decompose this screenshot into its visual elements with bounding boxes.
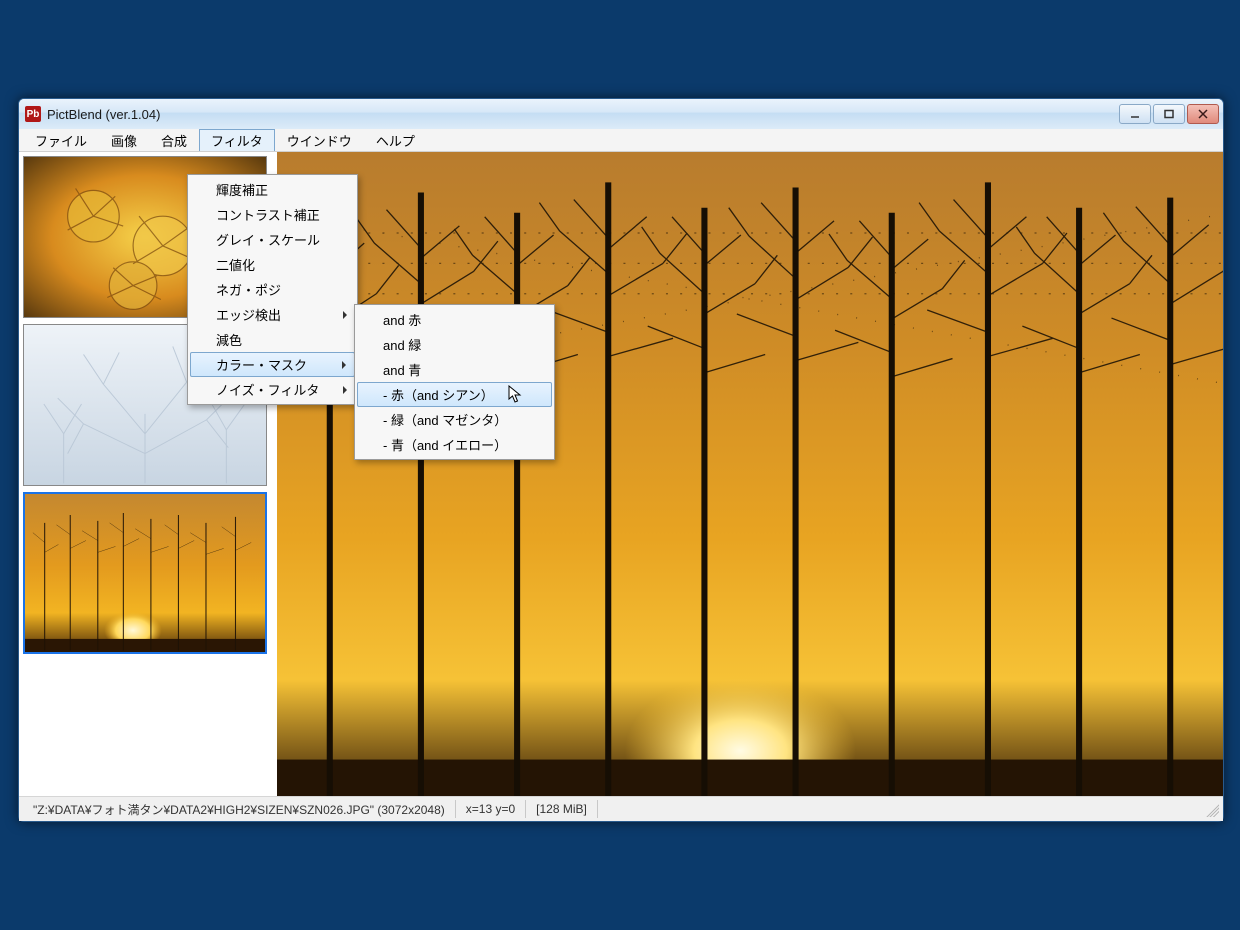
submenu-arrow-icon [343, 386, 347, 394]
close-button[interactable] [1187, 104, 1219, 124]
menu-file[interactable]: ファイル [23, 129, 99, 151]
status-coords: x=13 y=0 [456, 800, 526, 818]
submenu-minus-red-cyan[interactable]: - 赤（and シアン） [357, 382, 552, 407]
window-controls [1119, 104, 1219, 124]
status-filepath: "Z:¥DATA¥フォト満タン¥DATA2¥HIGH2¥SIZEN¥SZN026… [23, 800, 456, 818]
submenu-and-blue[interactable]: and 青 [357, 357, 552, 382]
menubar: ファイル 画像 合成 フィルタ ウインドウ ヘルプ [19, 129, 1223, 152]
app-window: Pb PictBlend (ver.1.04) ファイル 画像 合成 フィルタ … [18, 98, 1224, 822]
menuitem-grayscale[interactable]: グレイ・スケール [190, 227, 355, 252]
menuitem-threshold[interactable]: 二値化 [190, 252, 355, 277]
menuitem-noise-filter[interactable]: ノイズ・フィルタ [190, 377, 355, 402]
filter-dropdown: 輝度補正 コントラスト補正 グレイ・スケール 二値化 ネガ・ポジ エッジ検出 減… [187, 174, 358, 405]
submenu-and-green[interactable]: and 緑 [357, 332, 552, 357]
menuitem-negaposi[interactable]: ネガ・ポジ [190, 277, 355, 302]
submenu-arrow-icon [343, 311, 347, 319]
menuitem-brightness[interactable]: 輝度補正 [190, 177, 355, 202]
submenu-minus-green-magenta[interactable]: - 緑（and マゼンタ） [357, 407, 552, 432]
menuitem-contrast[interactable]: コントラスト補正 [190, 202, 355, 227]
menuitem-reduce-color[interactable]: 減色 [190, 327, 355, 352]
menu-filter[interactable]: フィルタ [199, 129, 275, 151]
statusbar: "Z:¥DATA¥フォト満タン¥DATA2¥HIGH2¥SIZEN¥SZN026… [19, 796, 1223, 821]
submenu-and-red[interactable]: and 赤 [357, 307, 552, 332]
color-mask-submenu: and 赤 and 緑 and 青 - 赤（and シアン） - 緑（and マ… [354, 304, 555, 460]
menu-window[interactable]: ウインドウ [275, 129, 364, 151]
submenu-minus-blue-yellow[interactable]: - 青（and イエロー） [357, 432, 552, 457]
menuitem-edge-detect[interactable]: エッジ検出 [190, 302, 355, 327]
menu-compose[interactable]: 合成 [149, 129, 199, 151]
submenu-arrow-icon [342, 361, 346, 369]
minimize-button[interactable] [1119, 104, 1151, 124]
window-title: PictBlend (ver.1.04) [47, 107, 1119, 122]
maximize-button[interactable] [1153, 104, 1185, 124]
main-canvas[interactable] [277, 152, 1223, 796]
menu-image[interactable]: 画像 [99, 129, 149, 151]
app-icon: Pb [25, 106, 41, 122]
menuitem-color-mask[interactable]: カラー・マスク [190, 352, 355, 377]
client-area: 輝度補正 コントラスト補正 グレイ・スケール 二値化 ネガ・ポジ エッジ検出 減… [19, 152, 1223, 796]
status-memory: [128 MiB] [526, 800, 598, 818]
titlebar[interactable]: Pb PictBlend (ver.1.04) [19, 99, 1223, 129]
menu-help[interactable]: ヘルプ [364, 129, 427, 151]
thumbnail-3-selected[interactable] [23, 492, 267, 654]
resize-grip-icon[interactable] [1203, 801, 1219, 817]
